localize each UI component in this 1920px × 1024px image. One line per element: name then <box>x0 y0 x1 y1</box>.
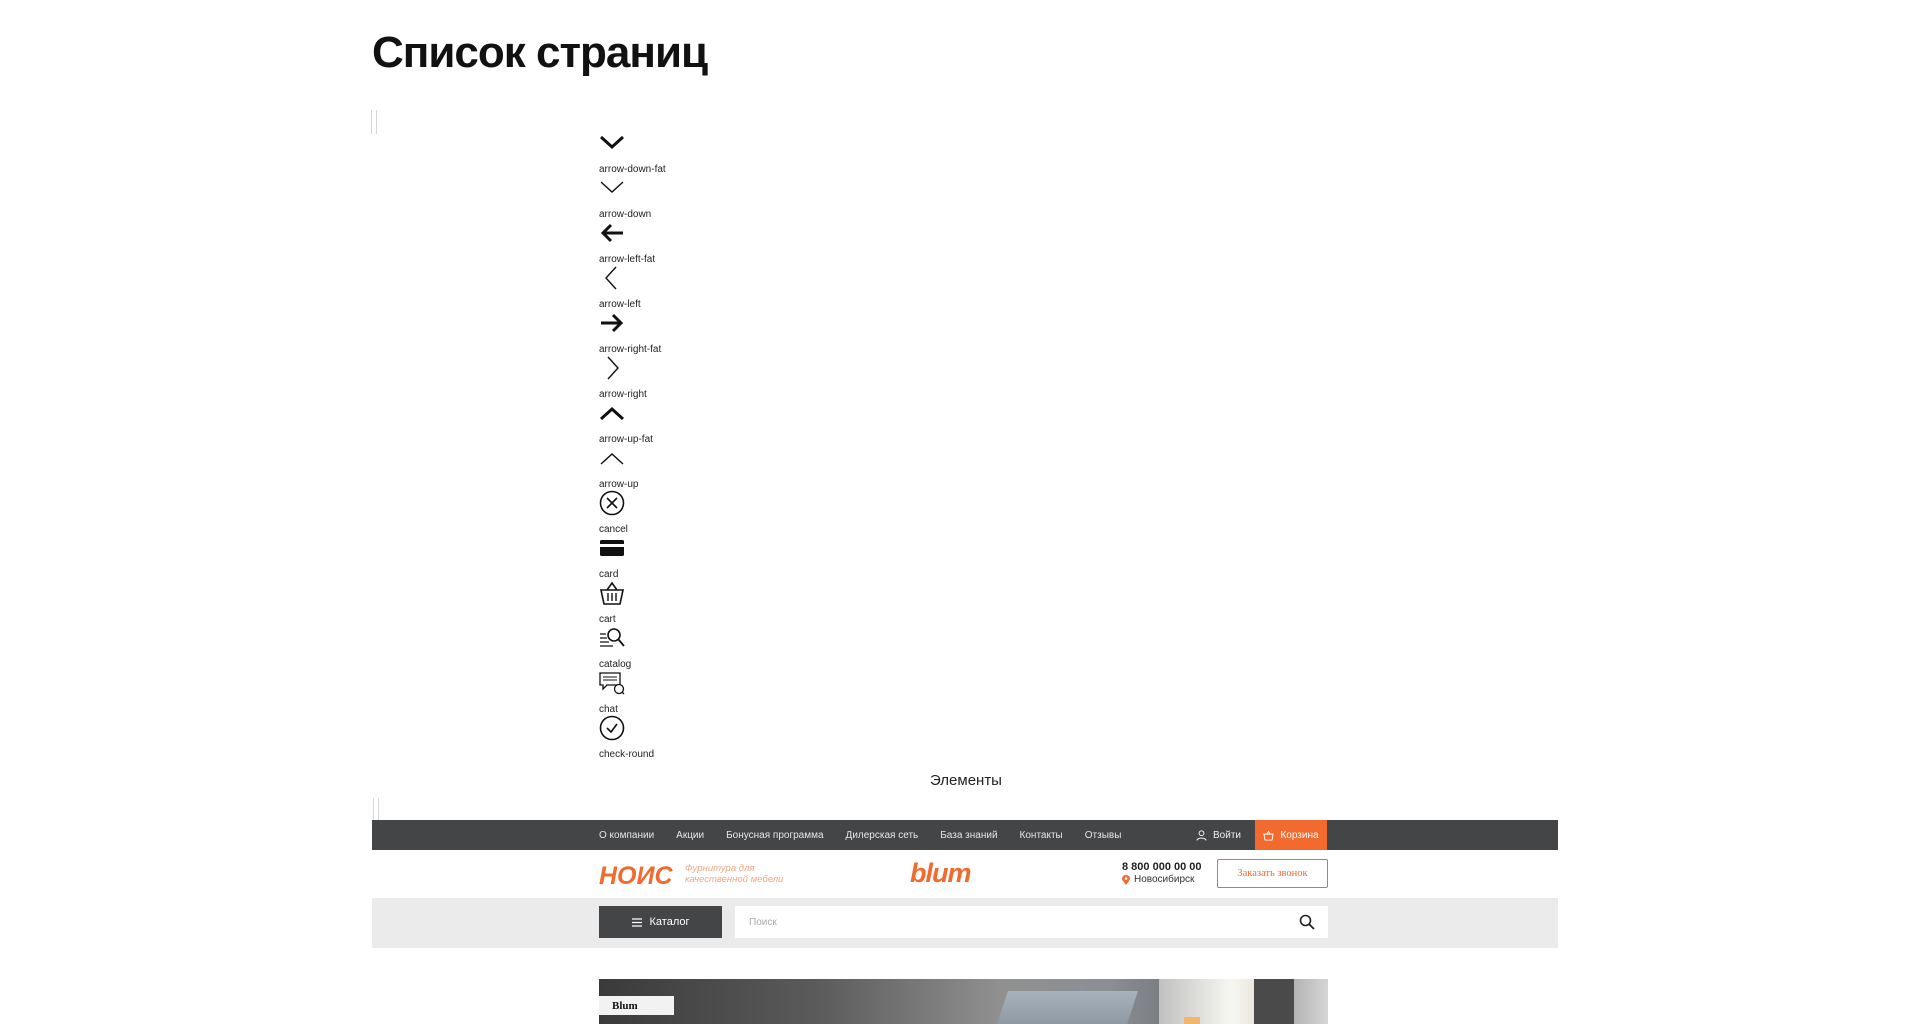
location-pin-icon <box>1122 874 1130 885</box>
city-selector[interactable]: Новосибирск <box>1122 874 1194 885</box>
icon-label: arrow-down <box>599 209 652 220</box>
icon-item: chat <box>599 670 799 715</box>
icon-label: cancel <box>599 524 628 535</box>
scroll-handle[interactable] <box>371 110 377 134</box>
arrow-up-icon <box>600 453 624 465</box>
icon-item: arrow-left-fat <box>599 220 799 265</box>
arrow-down-icon <box>600 181 624 193</box>
nav-link-contacts[interactable]: Контакты <box>1020 830 1063 841</box>
icon-item: cancel <box>599 490 799 535</box>
banner-image <box>1254 979 1294 1024</box>
nav-link-promotions[interactable]: Акции <box>676 830 704 841</box>
cancel-icon <box>599 490 625 516</box>
phone-number[interactable]: 8 800 000 00 00 <box>1122 861 1202 873</box>
arrow-up-fat-icon <box>599 406 625 421</box>
site-preview: О компании Акции Бонусная программа Диле… <box>372 820 1558 1024</box>
cart-label: Корзина <box>1280 829 1319 841</box>
icon-label: arrow-down-fat <box>599 164 666 175</box>
icon-label: chat <box>599 704 618 715</box>
icon-label: arrow-left <box>599 299 641 310</box>
icon-label: arrow-left-fat <box>599 254 656 265</box>
login-button[interactable]: Войти <box>1196 820 1241 850</box>
cart-icon <box>600 581 624 605</box>
icon-list: arrow-down-fat arrow-down arrow-left-fat… <box>599 130 799 760</box>
section-title: Элементы <box>930 772 1002 789</box>
cart-icon <box>1263 830 1275 841</box>
arrow-right-fat-icon <box>601 313 624 333</box>
page-title: Список страниц <box>372 28 708 77</box>
icon-item: arrow-up-fat <box>599 400 799 445</box>
nav-link-bonus[interactable]: Бонусная программа <box>726 830 823 841</box>
banner-image <box>990 991 1138 1024</box>
icon-label: arrow-right <box>599 389 647 400</box>
arrow-down-fat-icon <box>599 135 625 150</box>
banner-image <box>1184 1017 1200 1024</box>
nav-link-reviews[interactable]: Отзывы <box>1085 830 1122 841</box>
catalog-icon <box>600 628 625 647</box>
icon-item: arrow-down-fat <box>599 130 799 175</box>
arrow-left-fat-icon <box>600 223 623 243</box>
top-nav: О компании Акции Бонусная программа Диле… <box>599 820 1143 850</box>
icon-label: cart <box>599 614 616 625</box>
icon-item: arrow-up <box>599 445 799 490</box>
callback-button[interactable]: Заказать звонок <box>1217 859 1328 888</box>
banner-tag: Blum <box>599 996 674 1015</box>
partner-logo: blum <box>910 858 971 888</box>
arrow-right-icon <box>607 356 619 380</box>
icon-item: card <box>599 535 799 580</box>
icon-label: catalog <box>599 659 632 670</box>
catalog-label: Каталог <box>649 916 690 928</box>
hero-banner[interactable]: Blum <box>599 979 1328 1024</box>
icon-item: arrow-right <box>599 355 799 400</box>
catalog-button[interactable]: Каталог <box>599 906 722 938</box>
icon-item: cart <box>599 580 799 625</box>
user-icon <box>1196 829 1207 841</box>
search-icon[interactable] <box>1299 914 1315 930</box>
menu-icon <box>631 917 642 927</box>
icon-label: arrow-up-fat <box>599 434 653 445</box>
icon-label: arrow-up <box>599 479 639 490</box>
logo-tagline: Фурнитура для качественной мебели <box>685 863 784 885</box>
brand-row: НОИС Фурнитура для качественной мебели b… <box>372 850 1558 898</box>
icon-item: arrow-right-fat <box>599 310 799 355</box>
icon-label: arrow-right-fat <box>599 344 662 355</box>
card-icon <box>600 540 624 556</box>
arrow-left-icon <box>605 266 617 290</box>
search-input[interactable] <box>735 906 1328 938</box>
login-label: Войти <box>1213 829 1241 841</box>
search-row: Каталог <box>372 898 1558 948</box>
icon-item: check-round <box>599 715 799 760</box>
city-label: Новосибирск <box>1134 874 1195 885</box>
icon-item: arrow-down <box>599 175 799 220</box>
chat-icon <box>599 672 625 695</box>
icon-item: catalog <box>599 625 799 670</box>
site-logo[interactable]: НОИС <box>599 862 673 891</box>
check-round-icon <box>599 715 625 741</box>
icon-label: check-round <box>599 749 655 760</box>
nav-link-dealers[interactable]: Дилерская сеть <box>846 830 919 841</box>
scroll-handle[interactable] <box>373 798 379 820</box>
icon-label: card <box>599 569 619 580</box>
icon-item: arrow-left <box>599 265 799 310</box>
cart-button[interactable]: Корзина <box>1255 820 1327 850</box>
top-bar: О компании Акции Бонусная программа Диле… <box>372 820 1558 850</box>
nav-link-knowledge[interactable]: База знаний <box>940 830 997 841</box>
nav-link-about[interactable]: О компании <box>599 830 654 841</box>
